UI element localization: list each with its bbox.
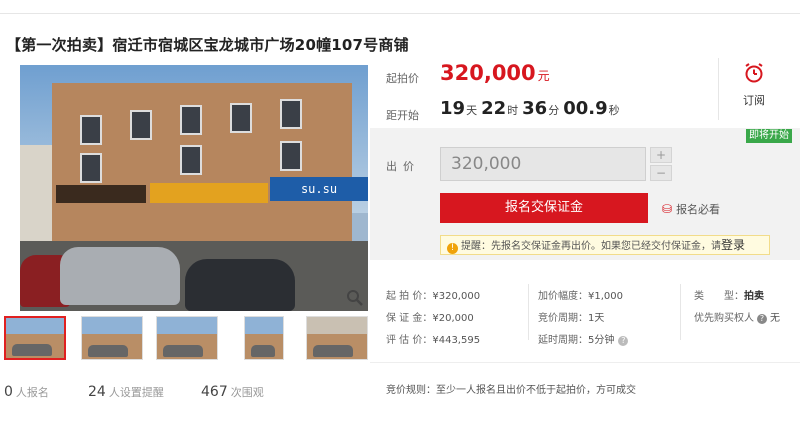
increase-bid-button[interactable]: + <box>650 147 672 163</box>
bid-amount-input[interactable] <box>440 147 646 181</box>
stat-number: 24 <box>88 384 106 400</box>
countdown-unit: 秒 <box>608 104 620 117</box>
thumbnail[interactable] <box>156 316 218 360</box>
pay-deposit-button[interactable]: 报名交保证金 <box>440 193 648 223</box>
photo-window <box>180 105 202 135</box>
login-link[interactable]: 登录 <box>721 238 745 252</box>
status-badge: 即将开始 <box>746 129 792 143</box>
countdown-days: 19 <box>440 98 466 119</box>
info-value: ¥1,000 <box>588 291 623 302</box>
info-key: 加价幅度： <box>538 291 588 302</box>
divider <box>370 362 800 363</box>
countdown-unit: 时 <box>507 104 519 117</box>
thumbnail-strip <box>4 316 370 364</box>
top-border <box>0 0 800 14</box>
info-key: 延时周期： <box>538 335 588 346</box>
decrease-bid-button[interactable]: − <box>650 165 672 181</box>
must-read-link[interactable]: ⛁ 报名必看 <box>662 201 720 217</box>
stat-number: 467 <box>201 384 228 400</box>
stat-reminders: 24 人设置提醒 <box>88 384 164 400</box>
photo-shop-sign <box>150 183 268 203</box>
info-key: 评 估 价： <box>386 335 433 346</box>
rule-value: 至少一人报名且出价不低于起拍价，方可成交 <box>436 385 636 396</box>
info-key: 优先购买权人 <box>694 313 754 324</box>
warning-icon: ! <box>447 243 458 254</box>
countdown-seconds: 00.9 <box>563 98 608 119</box>
countdown-unit: 天 <box>466 104 478 117</box>
start-price-unit: 元 <box>537 69 550 83</box>
info-value: ¥320,000 <box>432 291 481 302</box>
divider <box>528 284 529 340</box>
info-appraisal: 评 估 价：¥443,595 <box>386 331 480 346</box>
info-cycle: 竞价周期：1天 <box>538 309 604 324</box>
stat-label: 人设置提醒 <box>108 386 164 399</box>
auction-stats: 0 人报名 24 人设置提醒 467 次围观 <box>4 384 370 404</box>
stat-label: 人报名 <box>15 386 49 399</box>
rule-key: 竞价规则： <box>386 385 436 396</box>
help-icon[interactable]: ? <box>757 314 767 324</box>
info-delay: 延时周期：5分钟? <box>538 331 629 346</box>
thumbnail[interactable] <box>306 316 368 360</box>
countdown-timer: 19天 22时 36分 00.9秒 <box>440 98 624 119</box>
info-key: 类 型： <box>694 291 744 302</box>
thumbnail[interactable] <box>244 316 284 360</box>
bidding-rule: 竞价规则：至少一人报名且出价不低于起拍价，方可成交 <box>386 381 636 396</box>
info-key: 竞价周期： <box>538 313 588 324</box>
reminder-tip: ! 提醒：先报名交保证金再出价。如果您已经交付保证金，请登录 <box>440 235 770 255</box>
photo-car <box>185 259 295 311</box>
info-priority: 优先购买权人? 无 <box>694 309 780 324</box>
main-photo[interactable]: su.su <box>20 65 368 311</box>
photo-window <box>280 99 302 129</box>
info-value: 5分钟 <box>588 335 615 346</box>
info-value: 无 <box>770 313 780 324</box>
bid-label: 出价 <box>386 160 420 173</box>
countdown-label: 距开始 <box>386 109 419 122</box>
info-deposit: 保 证 金：¥20,000 <box>386 309 474 324</box>
photo-window <box>80 115 102 145</box>
photo-car <box>60 247 180 305</box>
photo-window <box>180 145 202 175</box>
start-price-label: 起拍价 <box>386 72 419 85</box>
photo-shop-sign <box>56 185 146 203</box>
info-type: 类 型：拍卖 <box>694 287 764 302</box>
info-key: 保 证 金： <box>386 313 433 324</box>
start-price: 320,000 元 <box>440 61 550 85</box>
info-key: 起 拍 价： <box>386 291 433 302</box>
countdown-unit: 分 <box>548 104 560 117</box>
stat-label: 次围观 <box>230 386 264 399</box>
tip-text: 先报名交保证金再出价。如果您已经交付保证金，请 <box>491 241 721 252</box>
help-icon[interactable]: ? <box>618 336 629 346</box>
page-title: 【第一次拍卖】宿迁市宿城区宝龙城市广场20幢107号商铺 <box>6 36 409 54</box>
subscribe-button[interactable]: 订阅 <box>732 62 776 108</box>
start-price-value: 320,000 <box>440 61 536 85</box>
divider <box>680 284 681 340</box>
info-value: 拍卖 <box>744 291 764 302</box>
photo-window <box>280 141 302 171</box>
tip-prefix: 提醒： <box>461 241 491 252</box>
thumbnail[interactable] <box>81 316 143 360</box>
info-value: ¥20,000 <box>432 313 474 324</box>
info-increment: 加价幅度：¥1,000 <box>538 287 623 302</box>
photo-shop-sign: su.su <box>270 177 368 201</box>
alarm-clock-icon <box>745 63 763 83</box>
stat-number: 0 <box>4 384 13 400</box>
photo-window <box>130 110 152 140</box>
stat-views: 467 次围观 <box>201 384 264 400</box>
info-value: 1天 <box>588 313 605 324</box>
countdown-minutes: 36 <box>522 98 548 119</box>
countdown-hours: 22 <box>481 98 507 119</box>
stat-signups: 0 人报名 <box>4 384 49 400</box>
info-start-price: 起 拍 价：¥320,000 <box>386 287 480 302</box>
subscribe-label: 订阅 <box>743 94 765 107</box>
info-value: ¥443,595 <box>432 335 481 346</box>
magnifier-icon[interactable] <box>346 289 364 307</box>
must-read-label: 报名必看 <box>676 203 721 216</box>
divider <box>718 58 719 120</box>
photo-window <box>230 103 252 133</box>
thumbnail[interactable] <box>4 316 66 360</box>
photo-window <box>80 153 102 183</box>
coins-icon: ⛁ <box>662 202 673 216</box>
